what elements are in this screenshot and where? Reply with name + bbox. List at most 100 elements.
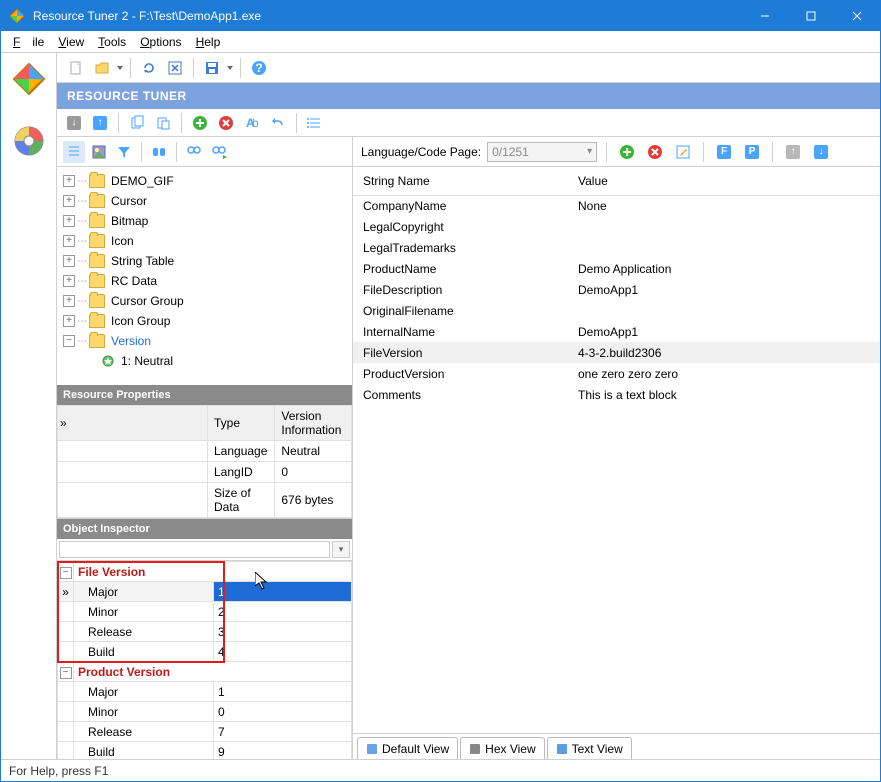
collapse-icon[interactable]: − bbox=[60, 567, 72, 579]
tree-item-version[interactable]: −⋯Version bbox=[59, 331, 350, 351]
list-icon[interactable] bbox=[304, 112, 326, 134]
tab-default-view[interactable]: Default View bbox=[357, 737, 458, 759]
tree-item-cursor[interactable]: +⋯Cursor bbox=[59, 191, 350, 211]
expand-icon[interactable]: + bbox=[63, 175, 75, 187]
tree-item-rc-data[interactable]: +⋯RC Data bbox=[59, 271, 350, 291]
movedown-icon[interactable]: ↓ bbox=[810, 141, 832, 163]
expand-icon[interactable]: + bbox=[63, 315, 75, 327]
toggle-icon[interactable] bbox=[148, 141, 170, 163]
expand-icon[interactable]: + bbox=[63, 195, 75, 207]
string-row[interactable]: FileVersion4-3-2.build2306 bbox=[353, 342, 880, 363]
add-icon[interactable] bbox=[189, 112, 211, 134]
expand-icon[interactable]: + bbox=[63, 255, 75, 267]
menu-file[interactable]: File bbox=[7, 33, 50, 51]
expand-icon[interactable]: − bbox=[63, 335, 75, 347]
oi-row[interactable]: Major1 bbox=[58, 682, 352, 702]
arrow-up-icon[interactable]: ↑ bbox=[89, 112, 111, 134]
save-icon[interactable] bbox=[201, 57, 223, 79]
add-row-icon[interactable] bbox=[616, 141, 638, 163]
maximize-button[interactable] bbox=[788, 1, 834, 31]
prop-row[interactable]: »TypeVersion Information bbox=[58, 406, 352, 441]
oi-group[interactable]: −Product Version bbox=[58, 662, 352, 682]
oi-row[interactable]: Release3 bbox=[58, 622, 352, 642]
tab-text-view[interactable]: Text View bbox=[547, 737, 632, 759]
menu-tools[interactable]: Tools bbox=[92, 33, 132, 51]
dropdown-arrow-icon[interactable] bbox=[117, 60, 123, 76]
oi-row[interactable]: Minor0 bbox=[58, 702, 352, 722]
arrow-down-icon[interactable]: ↓ bbox=[63, 112, 85, 134]
col-stringname[interactable]: String Name bbox=[353, 167, 568, 195]
col-value[interactable]: Value bbox=[568, 167, 880, 195]
flag-f-icon[interactable]: F bbox=[713, 141, 735, 163]
save-dropdown-icon[interactable] bbox=[227, 60, 233, 76]
edit-row-icon[interactable] bbox=[672, 141, 694, 163]
help-icon[interactable]: ? bbox=[248, 57, 270, 79]
copy-icon[interactable] bbox=[126, 112, 148, 134]
oi-row[interactable]: Build9 bbox=[58, 742, 352, 760]
close-button[interactable] bbox=[834, 1, 880, 31]
tree-view-icon[interactable] bbox=[63, 141, 85, 163]
string-row[interactable]: LegalTrademarks bbox=[353, 237, 880, 258]
prop-row[interactable]: LangID0 bbox=[58, 462, 352, 483]
string-row[interactable]: OriginalFilename bbox=[353, 300, 880, 321]
object-inspector-search[interactable] bbox=[59, 541, 330, 558]
resource-tree[interactable]: +⋯DEMO_GIF+⋯Cursor+⋯Bitmap+⋯Icon+⋯String… bbox=[57, 167, 352, 385]
prop-row[interactable]: LanguageNeutral bbox=[58, 441, 352, 462]
minimize-button[interactable] bbox=[742, 1, 788, 31]
string-row[interactable]: ProductNameDemo Application bbox=[353, 258, 880, 279]
string-row[interactable]: LegalCopyright bbox=[353, 216, 880, 237]
tree-item-bitmap[interactable]: +⋯Bitmap bbox=[59, 211, 350, 231]
refresh-icon[interactable] bbox=[138, 57, 160, 79]
langcode-combo[interactable]: 0/1251 bbox=[487, 142, 597, 162]
image-view-icon[interactable] bbox=[88, 141, 110, 163]
string-row[interactable]: FileDescriptionDemoApp1 bbox=[353, 279, 880, 300]
flag-p-icon[interactable]: P bbox=[741, 141, 763, 163]
tree-item-icon-group[interactable]: +⋯Icon Group bbox=[59, 311, 350, 331]
prop-row[interactable]: Size of Data676 bytes bbox=[58, 483, 352, 518]
new-file-icon[interactable] bbox=[65, 57, 87, 79]
close-file-icon[interactable] bbox=[164, 57, 186, 79]
expand-icon[interactable]: + bbox=[63, 235, 75, 247]
menu-options[interactable]: Options bbox=[134, 33, 187, 51]
status-text: For Help, press F1 bbox=[9, 764, 108, 778]
paste-icon[interactable] bbox=[152, 112, 174, 134]
moveup-icon[interactable]: ↑ bbox=[782, 141, 804, 163]
expand-icon[interactable]: + bbox=[63, 215, 75, 227]
object-inspector-grid[interactable]: −File Version»Major1Minor2Release3Build4… bbox=[57, 561, 352, 759]
undo-icon[interactable] bbox=[267, 112, 289, 134]
tree-item-icon[interactable]: +⋯Icon bbox=[59, 231, 350, 251]
collapse-icon[interactable]: − bbox=[60, 667, 72, 679]
folder-icon bbox=[89, 334, 105, 348]
string-table[interactable]: String NameValue CompanyNameNoneLegalCop… bbox=[353, 167, 880, 733]
expand-icon[interactable]: + bbox=[63, 295, 75, 307]
resource-wheel-icon[interactable] bbox=[9, 121, 49, 161]
oi-group[interactable]: −File Version bbox=[58, 562, 352, 582]
tree-item-cursor-group[interactable]: +⋯Cursor Group bbox=[59, 291, 350, 311]
tree-item-demo_gif[interactable]: +⋯DEMO_GIF bbox=[59, 171, 350, 191]
oi-row[interactable]: Release7 bbox=[58, 722, 352, 742]
open-folder-icon[interactable] bbox=[91, 57, 113, 79]
folder-icon bbox=[89, 294, 105, 308]
oi-row[interactable]: »Major1 bbox=[58, 582, 352, 602]
tree-item-string-table[interactable]: +⋯String Table bbox=[59, 251, 350, 271]
delete-icon[interactable] bbox=[215, 112, 237, 134]
menu-view[interactable]: View bbox=[52, 33, 90, 51]
filter-icon[interactable] bbox=[113, 141, 135, 163]
string-row[interactable]: CompanyNameNone bbox=[353, 195, 880, 216]
string-row[interactable]: CommentsThis is a text block bbox=[353, 384, 880, 405]
rename-icon[interactable]: Ab bbox=[241, 112, 263, 134]
find-icon[interactable] bbox=[183, 141, 205, 163]
oi-row[interactable]: Minor2 bbox=[58, 602, 352, 622]
oi-row[interactable]: Build4 bbox=[58, 642, 352, 662]
resource-properties-table: »TypeVersion InformationLanguageNeutralL… bbox=[57, 405, 352, 518]
expand-icon[interactable]: + bbox=[63, 275, 75, 287]
app-bigicon[interactable] bbox=[9, 59, 49, 99]
find-next-icon[interactable] bbox=[208, 141, 230, 163]
menu-help[interactable]: Help bbox=[190, 33, 227, 51]
string-row[interactable]: ProductVersionone zero zero zero bbox=[353, 363, 880, 384]
object-inspector-dropdown[interactable]: ▾ bbox=[332, 541, 350, 558]
delete-row-icon[interactable] bbox=[644, 141, 666, 163]
tree-leaf[interactable]: 1: Neutral bbox=[59, 351, 350, 371]
string-row[interactable]: InternalNameDemoApp1 bbox=[353, 321, 880, 342]
tab-hex-view[interactable]: Hex View bbox=[460, 737, 544, 759]
